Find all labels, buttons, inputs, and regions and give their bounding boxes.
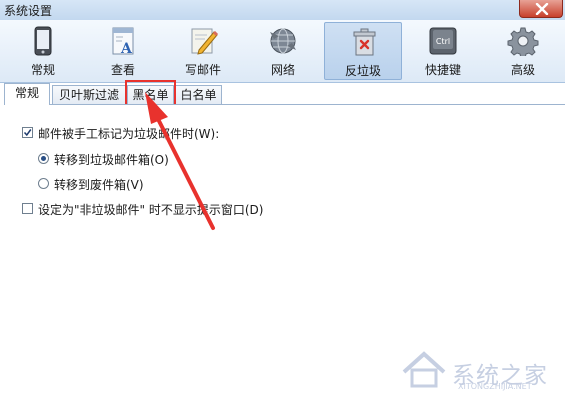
annotation-arrow <box>145 92 215 230</box>
watermark-subtext: XITONGZHIJIA.NET <box>458 382 532 391</box>
watermark-house-icon <box>402 351 446 388</box>
watermark: 系统之家 XITONGZHIJIA.NET <box>398 348 560 392</box>
